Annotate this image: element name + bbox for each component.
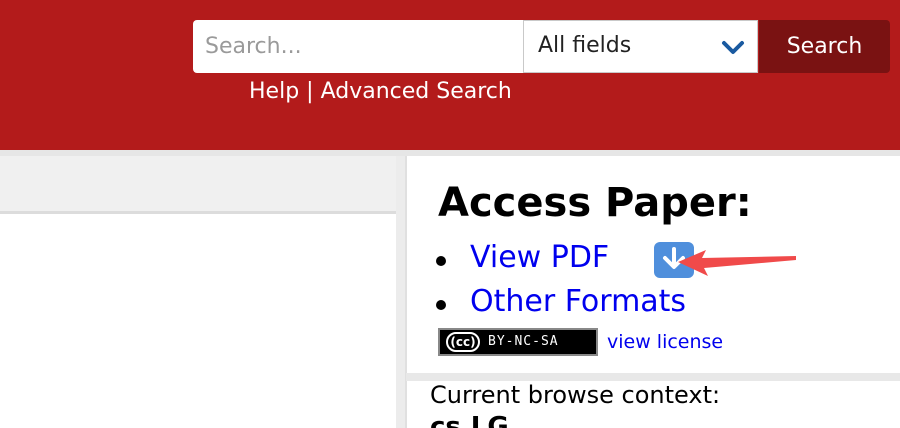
cc-logo-icon: (cc) [446, 332, 480, 352]
other-formats-link[interactable]: Other Formats [470, 284, 686, 319]
site-header: All fields Search Help | Advanced Search [0, 0, 900, 150]
bullet [436, 300, 446, 310]
browse-context-value: cs.LG [430, 412, 509, 428]
section-divider [406, 373, 900, 381]
help-link[interactable]: Help [249, 79, 299, 104]
view-license-link[interactable]: view license [607, 331, 723, 353]
search-button[interactable]: Search [759, 20, 890, 73]
separator: | [306, 79, 314, 104]
search-input[interactable] [193, 20, 524, 73]
red-arrow-annotation [678, 250, 796, 276]
header-links: Help | Advanced Search [249, 79, 512, 104]
chevron-down-icon [722, 41, 744, 54]
browse-context-label: Current browse context: [430, 381, 721, 409]
column-divider-line [405, 156, 407, 428]
access-paper-title: Access Paper: [438, 180, 752, 226]
select-value: All fields [538, 33, 632, 58]
view-pdf-label: View PDF [470, 240, 610, 275]
cc-license-badge[interactable]: (cc) BY-NC-SA [438, 328, 598, 356]
bullet [436, 256, 446, 266]
advanced-search-link[interactable]: Advanced Search [321, 79, 512, 104]
search-field-select[interactable]: All fields [523, 20, 758, 73]
left-toolbar [0, 156, 396, 214]
license-type: BY-NC-SA [488, 334, 559, 349]
view-pdf-link[interactable]: View PDF [470, 240, 694, 278]
